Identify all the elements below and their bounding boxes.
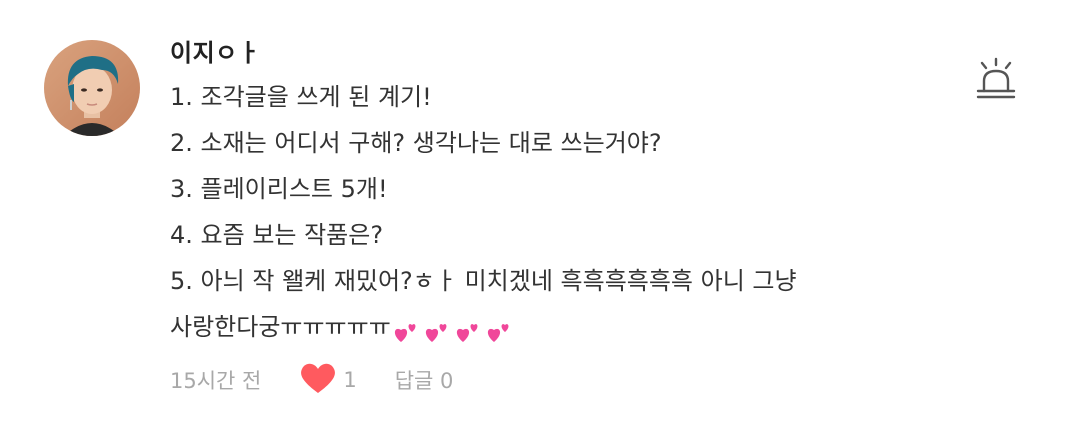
like-button[interactable]: 1 [299,361,357,400]
comment-line-6: 사랑한다궁ㅠㅠㅠㅠㅠ [170,304,1030,350]
comment-line-5: 5. 아늬 작 왤케 재밌어?ㅎㅏ 미치겠네 흑흑흑흑흑흑 아니 그냥 [170,267,797,295]
comment-username[interactable]: 이지ㅇㅏ [170,33,260,68]
two-hearts-icon [393,305,517,351]
like-count: 1 [343,368,357,392]
comment-line-1: 1. 조각글을 쓰게 된 계기! [170,83,432,111]
comment-body: 1. 조각글을 쓰게 된 계기! 2. 소재는 어디서 구해? 생각나는 대로 … [170,74,1030,350]
comment-time: 15시간 전 [170,369,262,393]
comment-line-2: 2. 소재는 어디서 구해? 생각나는 대로 쓰는거야? [170,129,662,157]
report-siren-icon[interactable] [968,55,1024,105]
comment-line-3: 3. 플레이리스트 5개! [170,175,388,203]
heart-icon [299,361,337,400]
reply-button[interactable]: 답글 0 [395,365,454,395]
comment-meta: 15시간 전 1 답글 0 [170,360,453,400]
comment-line-4: 4. 요즘 보는 작품은? [170,221,384,249]
comment-item: 이지ㅇㅏ 1. 조각글을 쓰게 된 계기! 2. 소재는 어디서 구해? 생각나… [0,0,1080,437]
avatar[interactable] [44,40,140,136]
comment-line-6-text: 사랑한다궁ㅠㅠㅠㅠㅠ [170,313,391,341]
